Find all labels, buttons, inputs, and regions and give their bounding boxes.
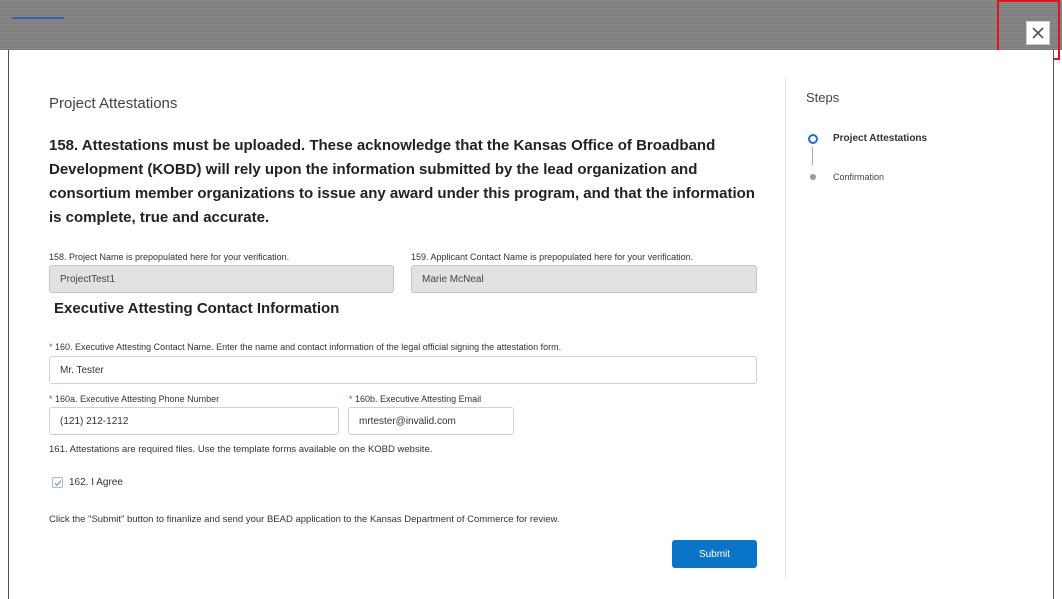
- submit-button[interactable]: Submit: [672, 540, 757, 568]
- exec-phone-label: * 160a. Executive Attesting Phone Number: [49, 394, 220, 404]
- panel-title: Project Attestations: [49, 95, 178, 112]
- submit-note: Click the "Submit" button to finanlize a…: [49, 514, 560, 525]
- section-heading: Executive Attesting Contact Information: [54, 300, 340, 317]
- required-mark: *: [349, 394, 353, 404]
- project-name-value: ProjectTest1: [60, 273, 116, 285]
- project-name-field[interactable]: ProjectTest1: [49, 265, 394, 293]
- attestation-note: 161. Attestations are required files. Us…: [49, 444, 433, 455]
- agree-label: 162. I Agree: [69, 477, 123, 488]
- required-mark: *: [49, 342, 53, 352]
- exec-phone-input[interactable]: (121) 212-1212: [49, 407, 339, 435]
- exec-name-input[interactable]: Mr. Tester: [49, 356, 757, 384]
- project-name-label: 158. Project Name is prepopulated here f…: [49, 252, 290, 262]
- exec-email-input[interactable]: mrtester@invalid.com: [348, 407, 514, 435]
- applicant-contact-value: Marie McNeal: [422, 273, 484, 285]
- applicant-contact-label: 159. Applicant Contact Name is prepopula…: [411, 252, 694, 262]
- header-accent-line: [12, 17, 64, 19]
- steps-title: Steps: [806, 90, 840, 105]
- exec-email-label: * 160b. Executive Attesting Email: [349, 394, 482, 404]
- step-connector: [812, 147, 813, 165]
- applicant-contact-field[interactable]: Marie McNeal: [411, 265, 757, 293]
- close-button[interactable]: ×: [1026, 21, 1050, 45]
- attestation-question: 158. Attestations must be uploaded. Thes…: [49, 137, 755, 226]
- step-current-indicator: [808, 134, 818, 144]
- step-confirmation[interactable]: Confirmation: [833, 172, 884, 182]
- checkmark-icon: [54, 479, 61, 486]
- step-project-attestations[interactable]: Project Attestations: [833, 133, 927, 144]
- column-divider: [785, 78, 786, 578]
- step-upcoming-indicator: [810, 174, 816, 180]
- attestation-modal: Project Attestations 158. Attestations m…: [8, 50, 1054, 599]
- close-icon: [1032, 27, 1044, 39]
- exec-name-label: * 160. Executive Attesting Contact Name.…: [49, 342, 562, 352]
- modal-header-bar: [0, 0, 1062, 50]
- form-column: Project Attestations 158. Attestations m…: [49, 50, 769, 599]
- steps-panel: Steps Project Attestations Confirmation: [806, 50, 1046, 599]
- required-mark: *: [49, 394, 53, 404]
- agree-checkbox[interactable]: [52, 477, 63, 488]
